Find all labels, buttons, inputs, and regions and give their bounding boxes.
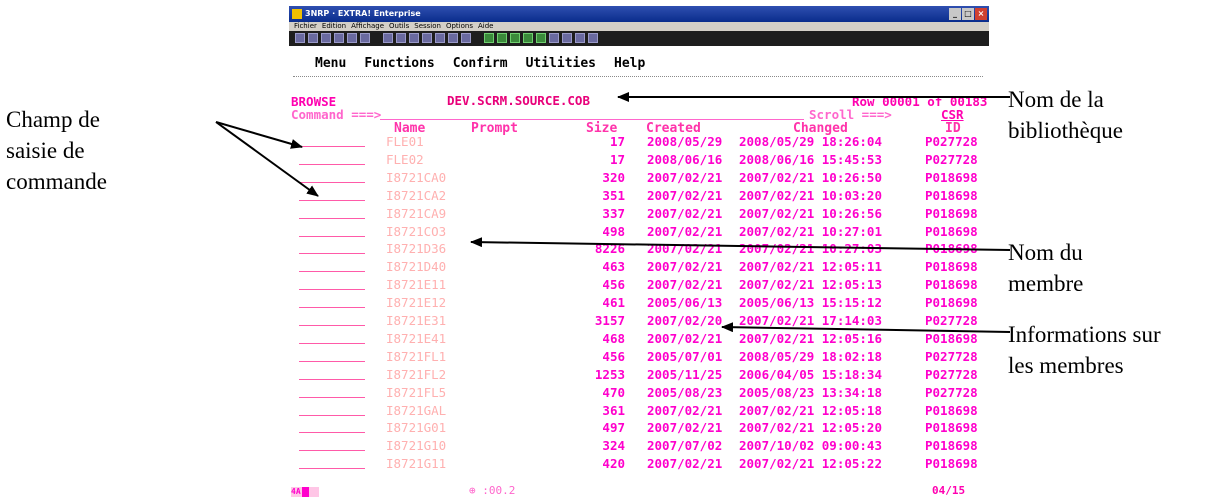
arrow-command-label <box>215 121 303 149</box>
arrow-command-field <box>215 121 319 197</box>
arrow-member-name <box>470 237 1011 251</box>
annotation-arrows <box>215 92 1011 333</box>
arrow-member-info <box>721 322 1011 333</box>
